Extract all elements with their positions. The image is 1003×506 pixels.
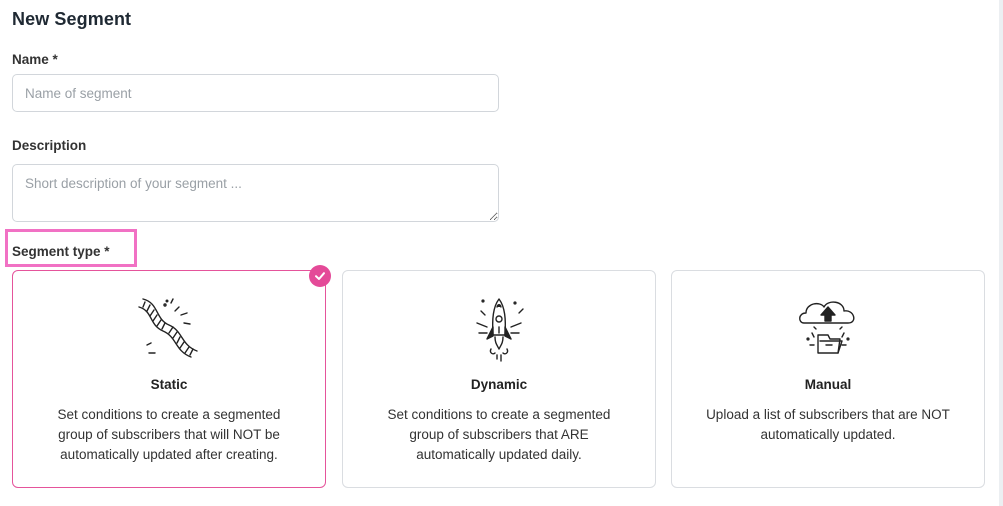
- dna-icon: [138, 298, 198, 358]
- card-title: Dynamic: [470, 377, 528, 392]
- segment-type-card-static[interactable]: Static Set conditions to create a segmen…: [12, 270, 326, 488]
- rocket-icon: [476, 298, 524, 362]
- name-label: Name *: [12, 52, 58, 67]
- card-title: Manual: [804, 377, 852, 392]
- description-textarea[interactable]: [12, 164, 499, 222]
- card-description: Set conditions to create a segmented gro…: [57, 407, 281, 462]
- segment-type-label: Segment type *: [12, 244, 110, 259]
- description-label: Description: [12, 138, 87, 153]
- card-title: Static: [150, 377, 188, 392]
- segment-type-card-dynamic[interactable]: Dynamic Set conditions to create a segme…: [342, 270, 656, 488]
- scrollbar-track: [999, 0, 1003, 506]
- segment-type-card-manual[interactable]: Manual Upload a list of subscribers that…: [671, 270, 985, 488]
- page-title: New Segment: [12, 9, 132, 29]
- cloud-upload-icon: [799, 301, 855, 354]
- card-description: Set conditions to create a segmented gro…: [387, 407, 611, 462]
- selected-check-icon: [309, 265, 331, 287]
- card-description: Upload a list of subscribers that are NO…: [706, 407, 950, 442]
- name-input[interactable]: [12, 74, 499, 112]
